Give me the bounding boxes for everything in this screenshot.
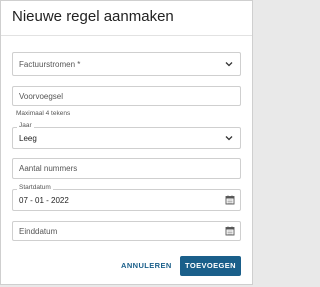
jaar-select[interactable]: Jaar Leeg (12, 122, 241, 149)
startdatum-value: 07 - 01 - 2022 (19, 196, 69, 205)
calendar-icon[interactable] (225, 195, 235, 205)
startdatum-field[interactable]: Startdatum 07 - 01 - 2022 (12, 184, 241, 211)
voorvoegsel-input[interactable]: Voorvoegsel (12, 86, 241, 106)
einddatum-field[interactable]: Einddatum (12, 221, 241, 241)
jaar-label: Jaar (17, 122, 34, 129)
title-divider (1, 35, 252, 36)
factuurstromen-placeholder: Factuurstromen * (19, 60, 81, 69)
factuurstromen-select[interactable]: Factuurstromen * (12, 52, 241, 76)
dialog-title: Nieuwe regel aanmaken (12, 8, 174, 25)
jaar-value: Leeg (19, 134, 37, 143)
new-rule-dialog: Nieuwe regel aanmaken Factuurstromen * V… (0, 0, 253, 285)
startdatum-label: Startdatum (17, 184, 53, 191)
einddatum-placeholder: Einddatum (19, 227, 58, 236)
voorvoegsel-hint: Maximaal 4 tekens (16, 110, 71, 117)
cancel-button[interactable]: ANNULEREN (118, 256, 175, 276)
aantal-nummers-input[interactable]: Aantal nummers (12, 158, 241, 179)
aantal-nummers-placeholder: Aantal nummers (19, 164, 78, 173)
voorvoegsel-placeholder: Voorvoegsel (19, 92, 64, 101)
add-button[interactable]: TOEVOEGEN (180, 256, 241, 276)
calendar-icon[interactable] (225, 226, 235, 236)
chevron-down-icon (225, 136, 233, 141)
chevron-down-icon (225, 62, 233, 67)
